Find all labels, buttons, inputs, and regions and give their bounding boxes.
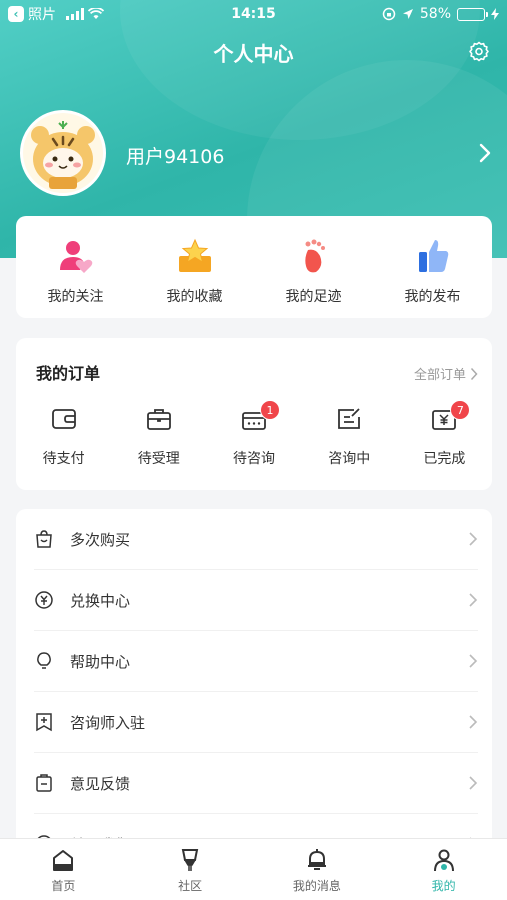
quick-action-label: 我的发布 (404, 289, 461, 305)
chevron-right-icon (469, 654, 478, 668)
back-to-app-icon[interactable]: ‹ (8, 6, 24, 22)
user-icon (433, 849, 454, 872)
favorites-icon (178, 238, 211, 272)
rotation-lock-icon (382, 7, 396, 21)
publish-icon (418, 240, 448, 272)
chevron-right-icon (470, 367, 478, 380)
order-status-pending-accept[interactable]: 待受理 (111, 404, 206, 468)
lightbulb-icon (37, 652, 51, 669)
order-status-label: 已完成 (423, 451, 466, 467)
menu-item-exchange[interactable]: 兑换中心 (34, 570, 478, 631)
page-title: 个人中心 (213, 42, 294, 66)
battery-percent: 58% (419, 6, 451, 22)
username[interactable]: 用户94106 (126, 142, 224, 169)
order-status-label: 待咨询 (233, 451, 275, 467)
order-status-label: 待支付 (42, 451, 85, 467)
quick-action-label: 我的关注 (47, 289, 104, 305)
quick-action-favorites[interactable]: 我的收藏 (135, 216, 254, 318)
tab-home[interactable]: 首页 (0, 839, 127, 900)
menu-item-label: 兑换中心 (70, 591, 131, 610)
badge-count: 1 (260, 400, 280, 420)
wifi-icon (88, 8, 104, 19)
chevron-right-icon (469, 532, 478, 546)
bell-icon (307, 849, 326, 870)
order-status-pending-payment[interactable]: 待支付 (16, 404, 111, 468)
community-icon (181, 849, 199, 871)
quick-actions-card: 我的关注 我的收藏 我的足迹 我的发布 (16, 216, 492, 318)
tab-messages[interactable]: 我的消息 (254, 839, 381, 900)
quick-action-footprint[interactable]: 我的足迹 (254, 216, 373, 318)
menu-item-feedback[interactable]: 意见反馈 (34, 753, 478, 814)
menu-item-help[interactable]: 帮助中心 (34, 631, 478, 692)
tab-label: 社区 (178, 879, 203, 893)
tiger-avatar-icon (23, 113, 103, 193)
all-orders-link[interactable]: 全部订单 (414, 364, 478, 383)
order-status-row: 待支付 待受理 1 待咨询 咨询中 7 已完成 (16, 400, 492, 468)
order-status-completed[interactable]: 7 已完成 (397, 400, 492, 468)
signal-icon (66, 8, 84, 20)
tab-label: 首页 (51, 879, 76, 893)
chevron-right-icon[interactable] (477, 142, 493, 164)
menu-item-label: 咨询师入驻 (70, 713, 146, 732)
settings-gear-icon[interactable] (467, 40, 491, 64)
menu-item-label: 帮助中心 (70, 652, 131, 671)
exchange-icon (35, 591, 53, 609)
status-bar: ‹ 照片 14:15 58% (0, 0, 507, 28)
order-status-label: 待受理 (137, 451, 180, 467)
avatar[interactable] (20, 110, 106, 196)
tab-me[interactable]: 我的 (380, 839, 507, 900)
chevron-right-icon (469, 776, 478, 790)
chevron-right-icon (469, 715, 478, 729)
add-doc-icon (36, 713, 52, 732)
quick-action-label: 我的足迹 (285, 289, 342, 305)
quick-action-label: 我的收藏 (166, 289, 223, 305)
shopping-bag-icon (36, 530, 52, 548)
bottom-tab-bar: 首页 社区 我的消息 我的 (0, 838, 507, 900)
quick-action-publish[interactable]: 我的发布 (373, 216, 492, 318)
battery-icon (457, 7, 488, 21)
feedback-icon (36, 774, 52, 792)
orders-card: 我的订单 全部订单 待支付 待受理 1 待咨询 咨询中 7 已完成 (16, 338, 492, 490)
settings-menu: 多次购买 兑换中心 帮助中心 咨询师入驻 意见反馈 (16, 509, 492, 869)
status-left: ‹ 照片 (8, 4, 208, 24)
order-status-label: 咨询中 (328, 451, 371, 467)
menu-item-label: 多次购买 (70, 530, 131, 549)
home-icon (53, 850, 74, 871)
wallet-icon (51, 409, 76, 429)
location-icon (402, 9, 413, 19)
edit-icon (338, 408, 361, 429)
tab-label: 我的消息 (292, 879, 341, 893)
charging-icon (491, 8, 499, 20)
tab-community[interactable]: 社区 (127, 839, 254, 900)
status-time: 14:15 (231, 6, 276, 22)
tab-label: 我的 (431, 879, 456, 893)
status-right: 58% (299, 6, 499, 22)
orders-title: 我的订单 (36, 364, 101, 383)
footprint-icon (304, 239, 325, 273)
order-status-pending-consult[interactable]: 1 待咨询 (206, 400, 301, 468)
badge-count: 7 (450, 400, 471, 420)
order-status-in-consult[interactable]: 咨询中 (302, 404, 397, 468)
quick-action-follow[interactable]: 我的关注 (16, 216, 135, 318)
back-app-label[interactable]: 照片 (28, 4, 56, 24)
chevron-right-icon (469, 593, 478, 607)
all-orders-label: 全部订单 (413, 368, 466, 383)
menu-item-label: 意见反馈 (70, 774, 131, 793)
menu-item-multi-purchase[interactable]: 多次购买 (34, 509, 478, 570)
briefcase-icon (146, 409, 171, 430)
follow-icon (59, 241, 92, 273)
menu-item-counselor-join[interactable]: 咨询师入驻 (34, 692, 478, 753)
